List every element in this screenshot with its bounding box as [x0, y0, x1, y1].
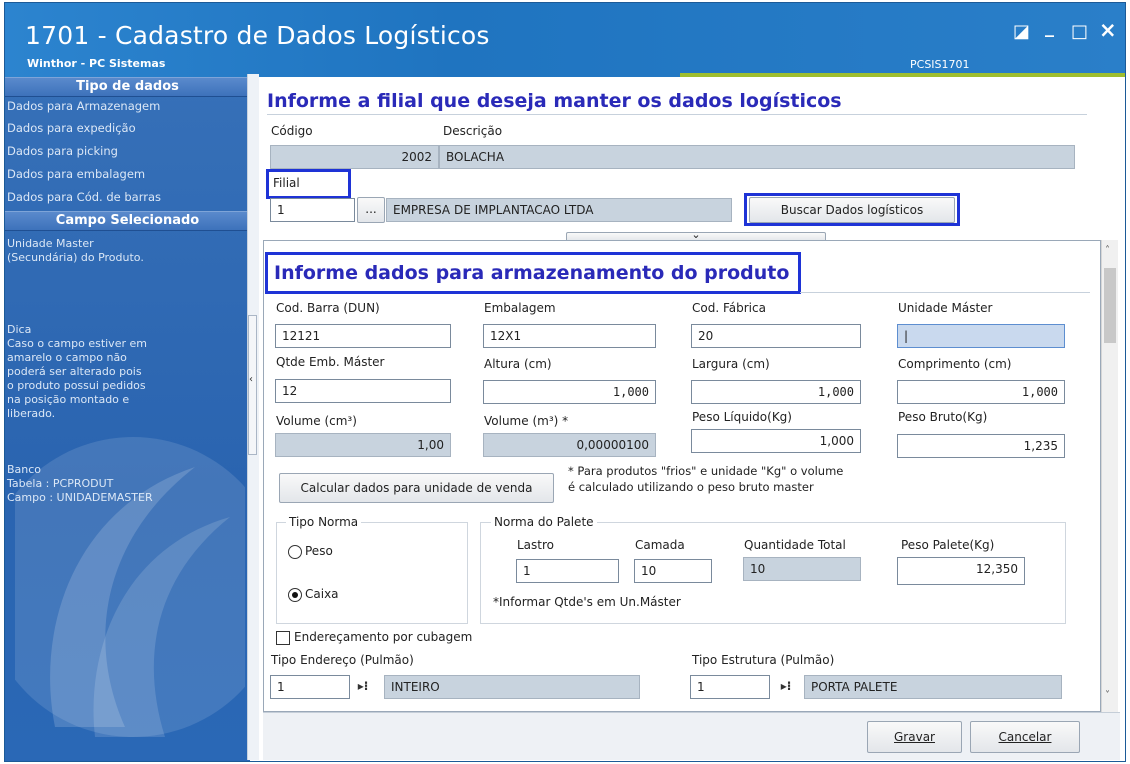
altura-field[interactable]: 1,000 [483, 380, 656, 404]
scroll-thumb[interactable] [1104, 268, 1116, 343]
camada-field[interactable]: 10 [634, 559, 712, 583]
close-icon[interactable]: × [1099, 18, 1117, 42]
peso-liquido-label: Peso Líquido(Kg) [692, 410, 792, 424]
tipo-estrutura-lookup-icon[interactable]: ▸⁝ [775, 675, 797, 699]
largura-field[interactable]: 1,000 [691, 380, 861, 404]
peso-radio[interactable] [288, 545, 302, 559]
filial-label: Filial [273, 176, 300, 190]
chevron-left-icon[interactable]: ‹ [249, 374, 253, 385]
peso-bruto-field[interactable]: 1,235 [897, 434, 1065, 458]
qtde-emb-label: Qtde Emb. Máster [276, 355, 385, 369]
peso-liquido-field[interactable]: 1,000 [691, 429, 861, 453]
db-info: Banco Tabela : PCPRODUT Campo : UNIDADEM… [7, 463, 153, 504]
embalagem-label: Embalagem [484, 301, 556, 315]
caixa-radio[interactable] [288, 588, 302, 602]
altura-label: Altura (cm) [484, 357, 552, 371]
restore-icon[interactable]: ◪ [1013, 21, 1030, 42]
tipo-endereco-label: Tipo Endereço (Pulmão) [271, 653, 414, 667]
sidebar-item-embalagem[interactable]: Dados para embalagem [7, 167, 145, 181]
sidebar: Tipo de dados Dados para Armazenagem Dad… [5, 77, 250, 761]
filial-code-field[interactable]: 1 [270, 198, 355, 222]
enderecamento-checkbox[interactable] [276, 631, 290, 645]
camada-label: Camada [635, 538, 685, 552]
title-accent-line [680, 73, 1125, 77]
sidebar-item-cod-barras[interactable]: Dados para Cód. de barras [7, 190, 161, 204]
frios-note-line1: * Para produtos "frios" e unidade "Kg" o… [568, 464, 844, 478]
largura-label: Largura (cm) [692, 357, 770, 371]
field-description: Unidade Master (Secundária) do Produto. [7, 237, 144, 264]
sidebar-item-armazenagem[interactable]: Dados para Armazenagem [7, 99, 160, 113]
peso-radio-label: Peso [305, 544, 333, 558]
buscar-dados-button[interactable]: Buscar Dados logísticos [749, 197, 955, 223]
peso-palete-field[interactable]: 12,350 [897, 557, 1025, 585]
comprimento-field[interactable]: 1,000 [897, 380, 1065, 404]
unidade-master-field[interactable]: | [897, 324, 1065, 348]
sidebar-section-tipo-dados: Tipo de dados [5, 77, 250, 97]
divider [800, 292, 1090, 293]
gravar-button[interactable]: Gravar [867, 721, 962, 753]
qtde-emb-field[interactable]: 12 [275, 379, 451, 403]
tipo-estrutura-label: Tipo Estrutura (Pulmão) [692, 653, 835, 667]
filial-heading: Informe a filial que deseja manter os da… [267, 90, 842, 112]
volume-cm-field[interactable]: 1,00 [275, 433, 451, 457]
cod-fabrica-field[interactable]: 20 [691, 324, 861, 348]
tipo-endereco-name-field[interactable]: INTEIRO [384, 675, 640, 699]
volume-m-field[interactable]: 0,00000100 [483, 433, 656, 457]
window-subtitle: Winthor - PC Sistemas [27, 57, 166, 70]
tipo-estrutura-name-field[interactable]: PORTA PALETE [804, 675, 1062, 699]
program-code: PCSIS1701 [910, 58, 970, 71]
cod-barra-label: Cod. Barra (DUN) [276, 301, 380, 315]
maximize-icon[interactable]: □ [1071, 21, 1088, 42]
embalagem-field[interactable]: 12X1 [483, 324, 656, 348]
tipo-norma-title: Tipo Norma [286, 515, 362, 529]
codigo-field[interactable]: 2002 [270, 145, 439, 169]
cancelar-label: Cancelar [998, 730, 1052, 744]
frios-note-line2: é calculado utilizando o peso bruto mast… [568, 480, 814, 494]
tipo-endereco-lookup-icon[interactable]: ▸⁝ [352, 675, 374, 699]
tipo-endereco-code-field[interactable]: 1 [270, 675, 350, 699]
cod-fabrica-label: Cod. Fábrica [692, 301, 766, 315]
vertical-scrollbar[interactable]: ˄ ˅ [1101, 240, 1118, 712]
splitter-handle[interactable]: ‹ [248, 315, 257, 455]
lastro-field[interactable]: 1 [516, 559, 619, 583]
tip-text: Dica Caso o campo estiver em amarelo o c… [7, 323, 147, 420]
peso-palete-label: Peso Palete(Kg) [901, 538, 995, 552]
tipo-norma-group [276, 522, 468, 624]
descricao-field[interactable]: BOLACHA [439, 145, 1075, 169]
gravar-label: Gravar [894, 730, 935, 744]
sidebar-item-expedicao[interactable]: Dados para expedição [7, 121, 136, 135]
buscar-dados-label: Buscar Dados logísticos [780, 203, 924, 217]
comprimento-label: Comprimento (cm) [898, 357, 1012, 371]
calcular-dados-label: Calcular dados para unidade de venda [300, 481, 533, 495]
sidebar-item-picking[interactable]: Dados para picking [7, 144, 118, 158]
caixa-radio-label: Caixa [305, 587, 339, 601]
norma-palete-title: Norma do Palete [491, 515, 597, 529]
scroll-up-icon[interactable]: ˄ [1105, 245, 1110, 256]
scroll-down-icon[interactable]: ˅ [1105, 690, 1110, 701]
minimize-icon[interactable]: _ [1045, 17, 1054, 38]
divider [267, 114, 1087, 115]
cancelar-button[interactable]: Cancelar [970, 721, 1080, 753]
codigo-label: Código [271, 124, 313, 138]
palete-note: *Informar Qtde's em Un.Máster [493, 595, 681, 609]
enderecamento-label: Endereçamento por cubagem [294, 630, 473, 644]
volume-m-label: Volume (m³) * [484, 414, 569, 428]
quantidade-total-field[interactable]: 10 [743, 557, 861, 581]
lastro-label: Lastro [517, 538, 555, 552]
peso-bruto-label: Peso Bruto(Kg) [898, 410, 988, 424]
unidade-master-label: Unidade Máster [898, 301, 993, 315]
tipo-estrutura-code-field[interactable]: 1 [690, 675, 770, 699]
window-title: 1701 - Cadastro de Dados Logísticos [25, 21, 490, 50]
storage-heading: Informe dados para armazenamento do prod… [274, 262, 790, 284]
filial-name-field[interactable]: EMPRESA DE IMPLANTACAO LTDA [386, 198, 732, 222]
cod-barra-field[interactable]: 12121 [275, 324, 451, 348]
filial-lookup-button[interactable]: ... [357, 197, 385, 223]
volume-cm-label: Volume (cm³) [276, 414, 357, 428]
descricao-label: Descrição [443, 124, 503, 138]
quantidade-total-label: Quantidade Total [744, 538, 846, 552]
calcular-dados-button[interactable]: Calcular dados para unidade de venda [279, 473, 554, 503]
title-bar: 1701 - Cadastro de Dados Logísticos Wint… [5, 3, 1125, 77]
sidebar-section-campo-selecionado: Campo Selecionado [5, 211, 250, 231]
